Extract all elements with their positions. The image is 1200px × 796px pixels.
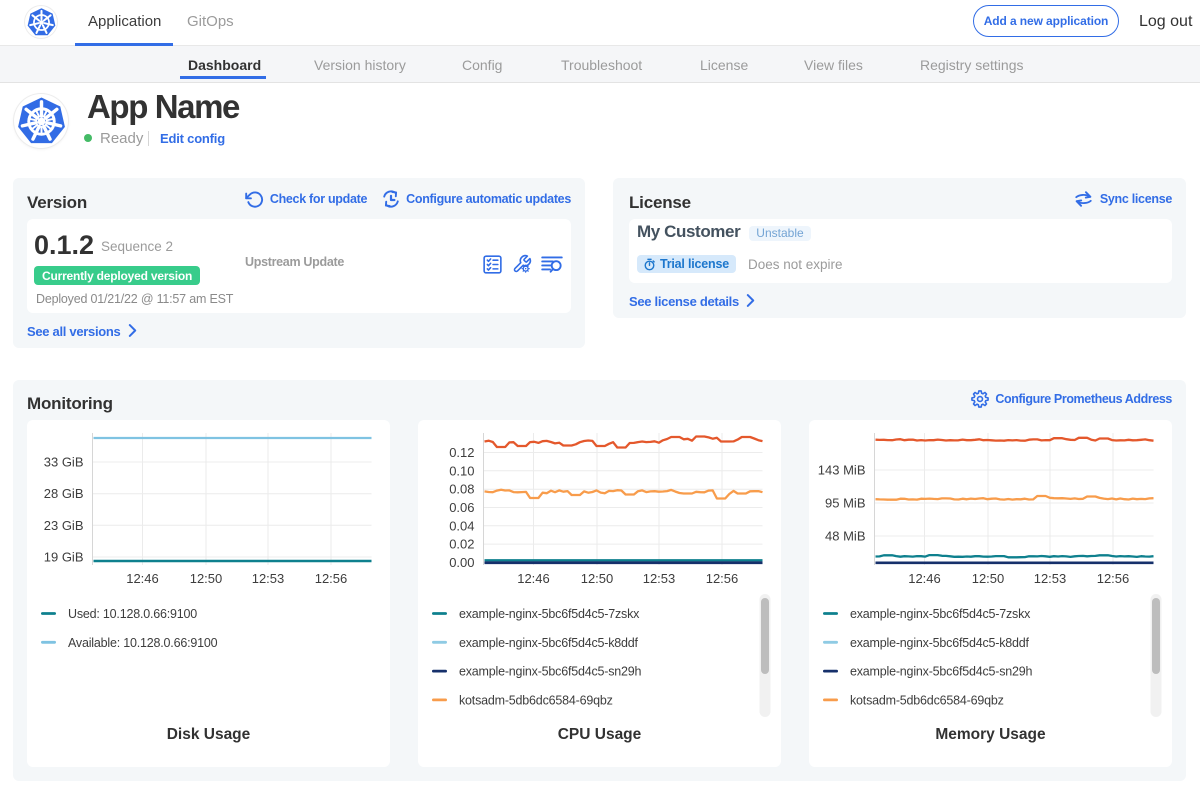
svg-text:12:50: 12:50 xyxy=(581,571,614,586)
svg-text:Used: 10.128.0.66:9100: Used: 10.128.0.66:9100 xyxy=(68,607,197,621)
svg-text:CPU Usage: CPU Usage xyxy=(558,726,642,743)
svg-text:19 GiB: 19 GiB xyxy=(44,550,84,565)
svg-text:12:50: 12:50 xyxy=(972,571,1005,586)
svg-text:example-nginx-5bc6f5d4c5-7zskx: example-nginx-5bc6f5d4c5-7zskx xyxy=(850,607,1031,621)
svg-text:0.06: 0.06 xyxy=(449,500,474,515)
svg-text:example-nginx-5bc6f5d4c5-k8ddf: example-nginx-5bc6f5d4c5-k8ddf xyxy=(850,636,1030,650)
svg-text:12:46: 12:46 xyxy=(126,571,159,586)
svg-text:12:53: 12:53 xyxy=(643,571,676,586)
svg-text:0.04: 0.04 xyxy=(449,518,474,533)
svg-text:example-nginx-5bc6f5d4c5-sn29h: example-nginx-5bc6f5d4c5-sn29h xyxy=(459,665,642,679)
svg-text:33 GiB: 33 GiB xyxy=(44,455,84,470)
svg-text:143 MiB: 143 MiB xyxy=(818,463,866,478)
svg-text:28 GiB: 28 GiB xyxy=(44,486,84,501)
svg-text:0.10: 0.10 xyxy=(449,463,474,478)
svg-text:example-nginx-5bc6f5d4c5-7zskx: example-nginx-5bc6f5d4c5-7zskx xyxy=(459,607,640,621)
svg-text:95 MiB: 95 MiB xyxy=(825,496,865,511)
svg-text:23 GiB: 23 GiB xyxy=(44,518,84,533)
svg-text:Memory Usage: Memory Usage xyxy=(935,726,1046,743)
svg-text:12:50: 12:50 xyxy=(190,571,223,586)
svg-text:Disk Usage: Disk Usage xyxy=(167,726,251,743)
svg-text:12:46: 12:46 xyxy=(517,571,550,586)
svg-text:0.02: 0.02 xyxy=(449,537,474,552)
svg-text:12:53: 12:53 xyxy=(252,571,285,586)
svg-text:0.08: 0.08 xyxy=(449,482,474,497)
svg-text:kotsadm-5db6dc6584-69qbz: kotsadm-5db6dc6584-69qbz xyxy=(850,694,1004,708)
svg-text:example-nginx-5bc6f5d4c5-sn29h: example-nginx-5bc6f5d4c5-sn29h xyxy=(850,665,1033,679)
svg-text:kotsadm-5db6dc6584-69qbz: kotsadm-5db6dc6584-69qbz xyxy=(459,694,613,708)
svg-text:12:56: 12:56 xyxy=(315,571,348,586)
svg-text:12:53: 12:53 xyxy=(1034,571,1067,586)
svg-text:Available: 10.128.0.66:9100: Available: 10.128.0.66:9100 xyxy=(68,636,218,650)
svg-text:12:46: 12:46 xyxy=(908,571,941,586)
svg-text:example-nginx-5bc6f5d4c5-k8ddf: example-nginx-5bc6f5d4c5-k8ddf xyxy=(459,636,639,650)
svg-text:0.00: 0.00 xyxy=(449,555,474,570)
svg-text:0.12: 0.12 xyxy=(449,445,474,460)
svg-text:48 MiB: 48 MiB xyxy=(825,529,865,544)
svg-text:12:56: 12:56 xyxy=(1097,571,1130,586)
svg-text:12:56: 12:56 xyxy=(706,571,739,586)
